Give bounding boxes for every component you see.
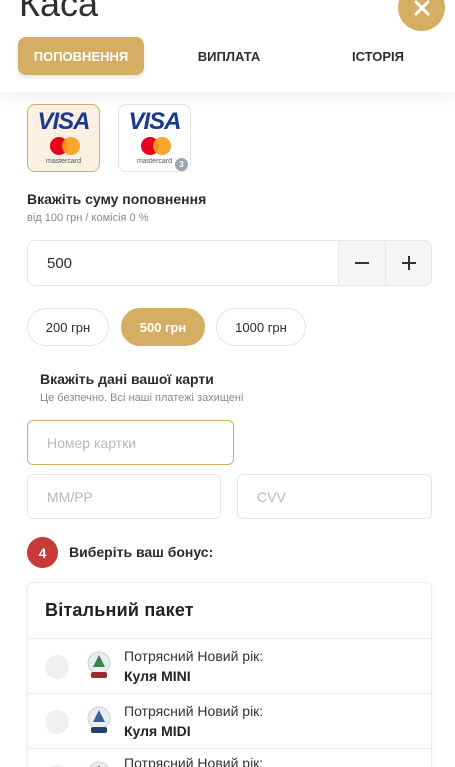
bonus-option-subtitle: Потрясний Новий рік: — [124, 755, 264, 767]
amount-label: Вкажіть суму поповнення — [27, 191, 207, 207]
bonus-option-subtitle: Потрясний Новий рік: — [124, 703, 264, 719]
increment-button[interactable] — [385, 241, 431, 285]
preset-500[interactable]: 500 грн — [121, 308, 205, 346]
bonus-label: Виберіть ваш бонус: — [69, 544, 214, 560]
cashier-header: Каса ПОПОВНЕННЯ ВИПЛАТА ІСТОРІЯ — [0, 0, 455, 92]
cashier-tabs: ПОПОВНЕННЯ ВИПЛАТА ІСТОРІЯ — [18, 37, 438, 75]
tab-withdrawal[interactable]: ВИПЛАТА — [168, 37, 290, 75]
bonus-panel-title: Вітальний пакет — [45, 600, 194, 620]
bonus-option[interactable]: Потрясний Новий рік: — [28, 748, 431, 767]
bonus-option-name: Куля MINI — [124, 668, 191, 684]
visa-logo: VISA — [128, 108, 181, 135]
close-icon — [414, 0, 429, 15]
mastercard-logo-icon — [141, 137, 171, 155]
amount-input[interactable]: 500 — [47, 255, 72, 272]
step-number-badge: 4 — [27, 537, 58, 568]
bonus-option-name: Куля MIDI — [124, 723, 191, 739]
snow-globe-icon — [87, 651, 111, 678]
card-number-placeholder: Номер картки — [47, 434, 137, 451]
snow-globe-icon — [87, 706, 111, 733]
bonus-option[interactable]: Потрясний Новий рік: Куля MINI — [28, 638, 431, 693]
decrement-button[interactable] — [338, 241, 385, 285]
cvv-placeholder: CVV — [257, 488, 286, 505]
visa-logo: VISA — [37, 108, 90, 135]
mastercard-logo-icon — [50, 137, 80, 155]
snow-globe-icon — [89, 761, 109, 767]
count-badge: 3 — [175, 158, 188, 171]
plus-icon — [402, 256, 416, 270]
amount-stepper: 500 — [27, 240, 432, 286]
preset-1000[interactable]: 1000 грн — [216, 308, 306, 346]
expiry-input[interactable]: ММ/РР — [27, 474, 221, 519]
page-title: Каса — [19, 0, 99, 24]
card-data-label: Вкажіть дані вашої карти — [40, 371, 214, 387]
card-data-hint: Це безпечно. Всі наші платежі захищені — [40, 392, 244, 404]
payment-method-visa-mastercard[interactable]: VISA mastercard — [27, 104, 100, 172]
preset-200[interactable]: 200 грн — [27, 308, 109, 346]
tab-history[interactable]: ІСТОРІЯ — [318, 37, 438, 75]
bonus-option-subtitle: Потрясний Новий рік: — [124, 648, 264, 664]
mastercard-wordmark: mastercard — [45, 158, 81, 165]
card-number-input[interactable]: Номер картки — [27, 420, 234, 465]
amount-hint: від 100 грн / комісія 0 % — [27, 212, 149, 224]
cvv-input[interactable]: CVV — [237, 474, 432, 519]
expiry-placeholder: ММ/РР — [47, 488, 93, 505]
radio-button[interactable] — [45, 655, 69, 679]
close-button[interactable] — [398, 0, 445, 31]
payment-method-visa-mastercard-alt[interactable]: VISA mastercard 3 — [118, 104, 191, 172]
bonus-option[interactable]: Потрясний Новий рік: Куля MIDI — [28, 693, 431, 748]
tab-deposit[interactable]: ПОПОВНЕННЯ — [18, 37, 144, 75]
bonus-panel: Вітальний пакет Потрясний Новий рік: Кул… — [27, 582, 432, 767]
minus-icon — [355, 262, 369, 264]
radio-button[interactable] — [45, 710, 69, 734]
